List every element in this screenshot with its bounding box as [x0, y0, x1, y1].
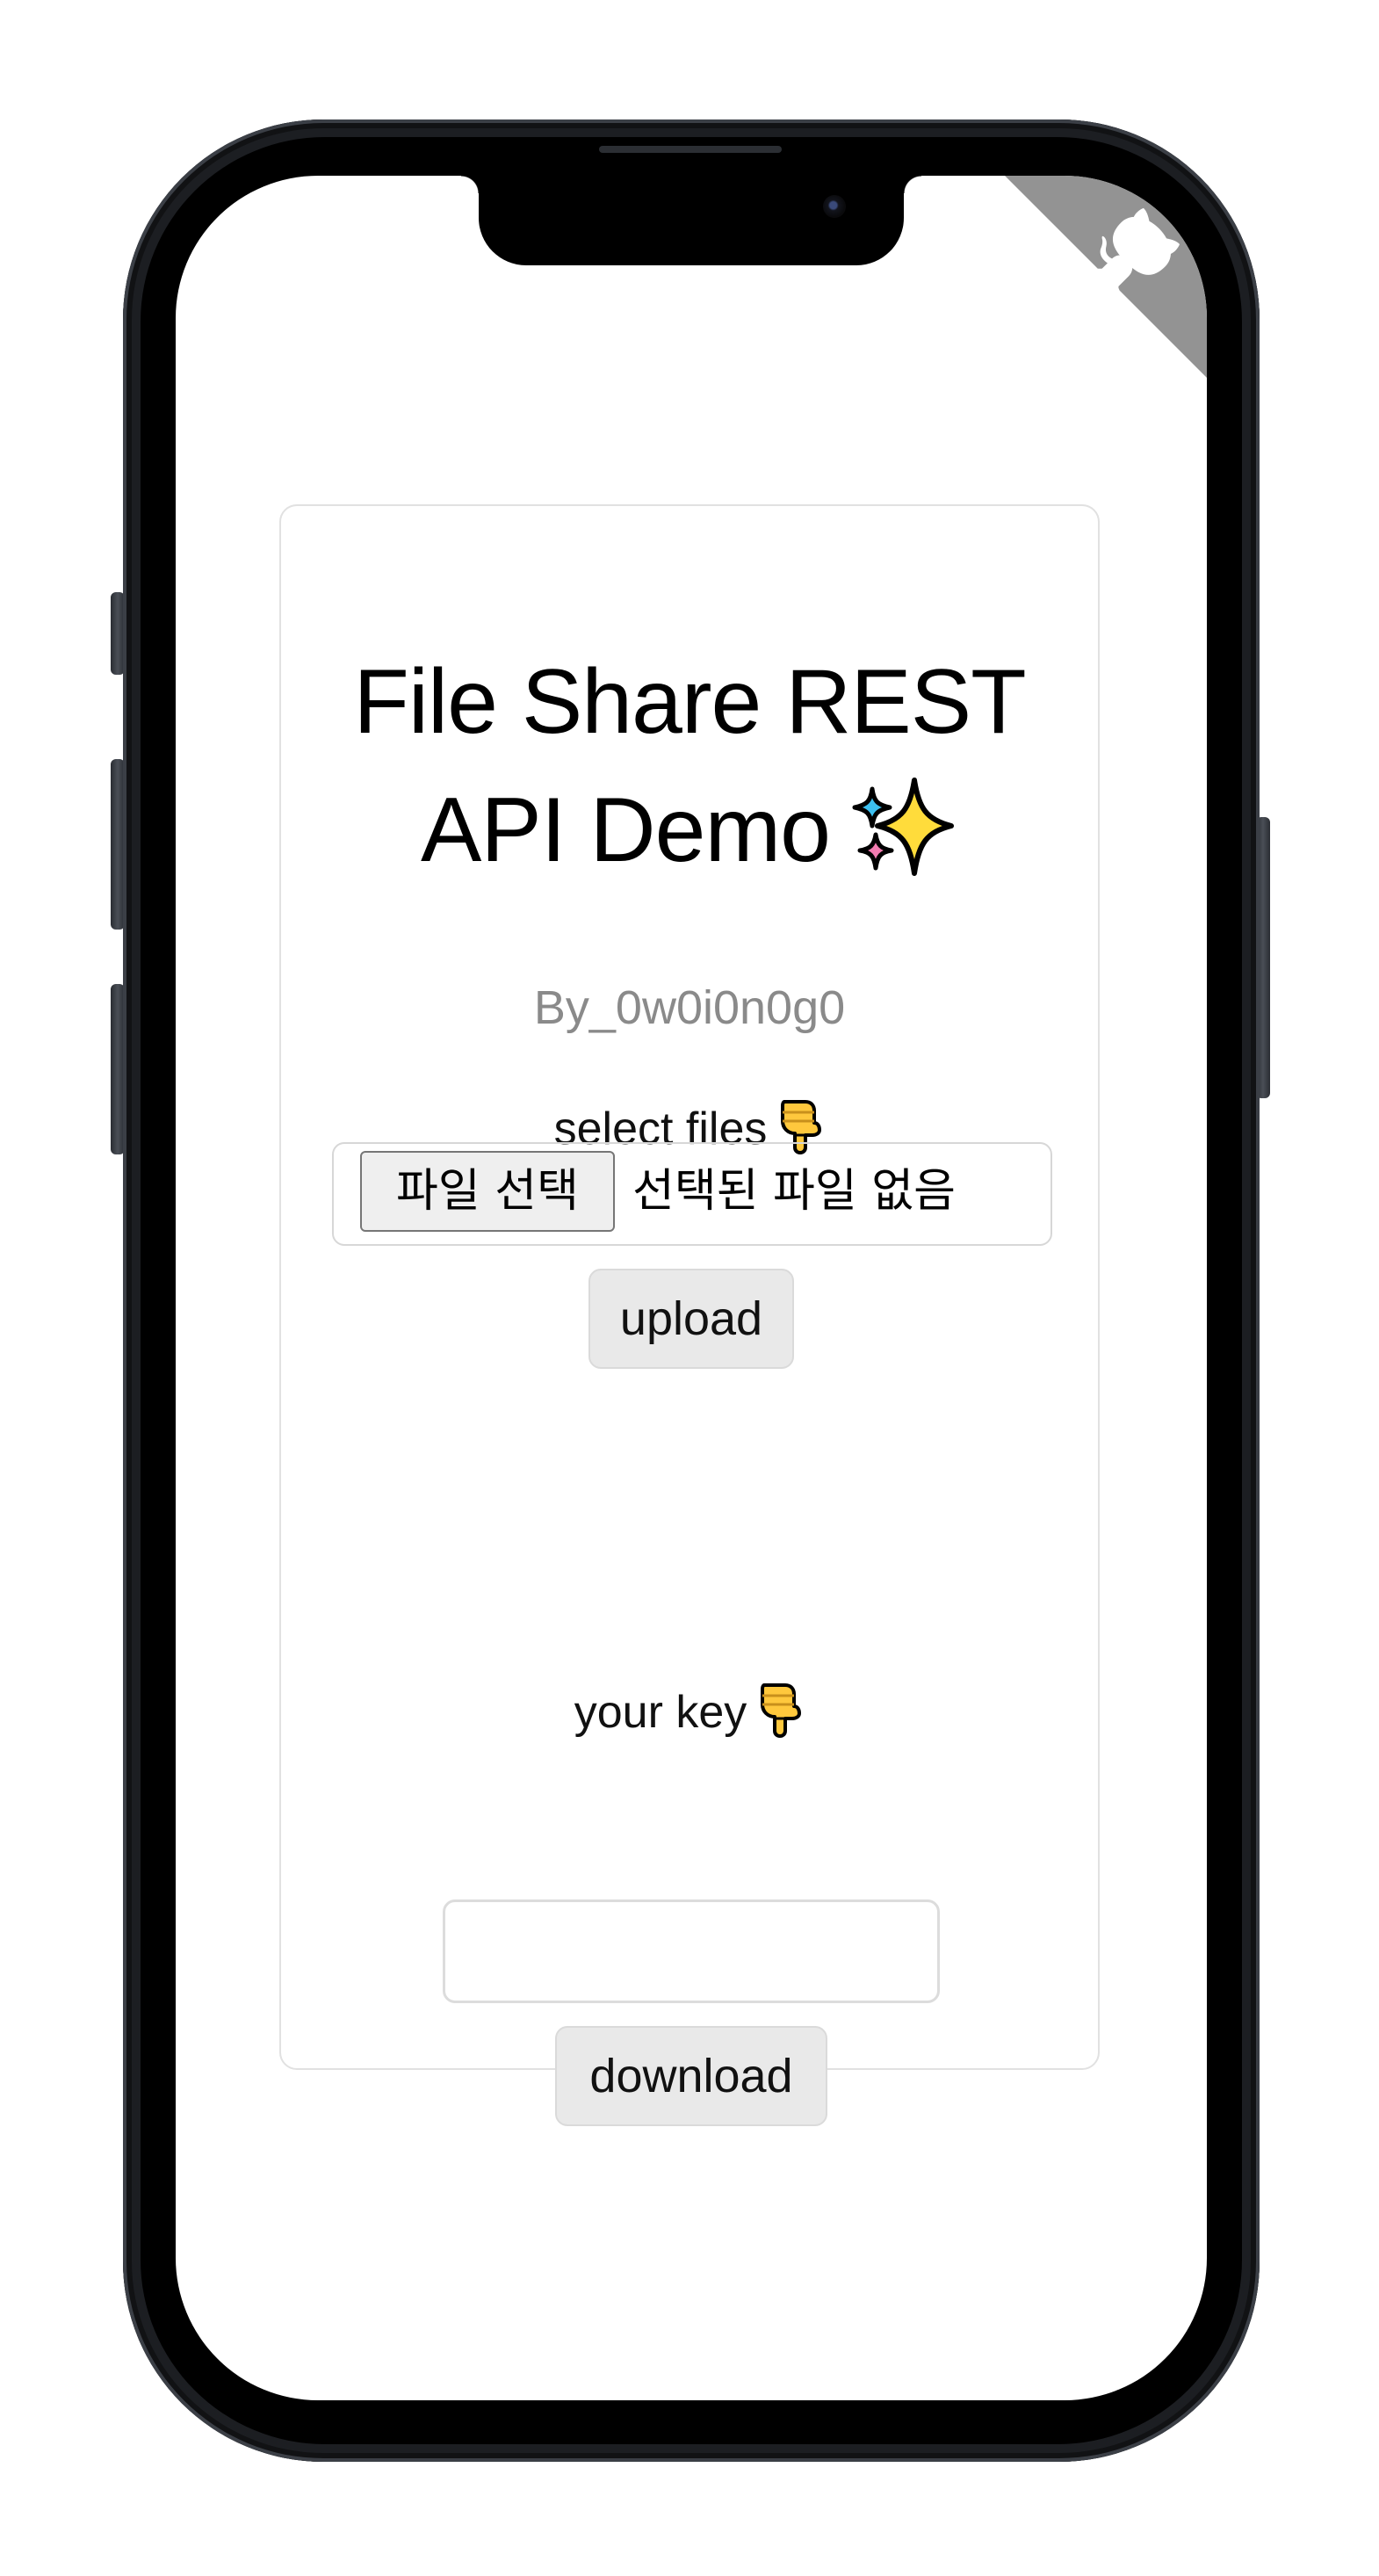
- your-key-label: your key: [281, 1680, 1098, 1739]
- key-input[interactable]: [443, 1899, 940, 2003]
- no-file-selected-text: 선택된 파일 없음: [632, 1165, 956, 1218]
- download-button[interactable]: download: [555, 2026, 827, 2126]
- device-stage: File Share REST API Demo By_0w0i0n0g0 se…: [0, 0, 1379, 2576]
- earpiece-speaker: [599, 146, 782, 153]
- your-key-text: your key: [574, 1687, 747, 1738]
- main-card: File Share REST API Demo By_0w0i0n0g0 se…: [279, 504, 1100, 2126]
- title-line-2: API Demo: [421, 779, 831, 881]
- title-line-2-wrap: API Demo: [281, 766, 1098, 894]
- github-octocat-icon: [1005, 176, 1207, 378]
- notch: [461, 176, 921, 265]
- front-camera: [823, 195, 846, 218]
- page-title: File Share REST API Demo: [281, 638, 1098, 894]
- author-byline: By_0w0i0n0g0: [533, 981, 846, 1034]
- sparkles-icon: [852, 778, 954, 876]
- github-corner-link[interactable]: [1005, 176, 1207, 378]
- choose-file-button[interactable]: 파일 선택: [360, 1151, 615, 1232]
- pointing-down-hand-icon: [761, 1683, 802, 1738]
- title-line-1: File Share REST: [353, 651, 1026, 753]
- phone-screen: File Share REST API Demo By_0w0i0n0g0 se…: [176, 176, 1207, 2400]
- upload-button[interactable]: upload: [588, 1269, 794, 1369]
- file-input[interactable]: 파일 선택 선택된 파일 없음: [332, 1142, 1052, 1246]
